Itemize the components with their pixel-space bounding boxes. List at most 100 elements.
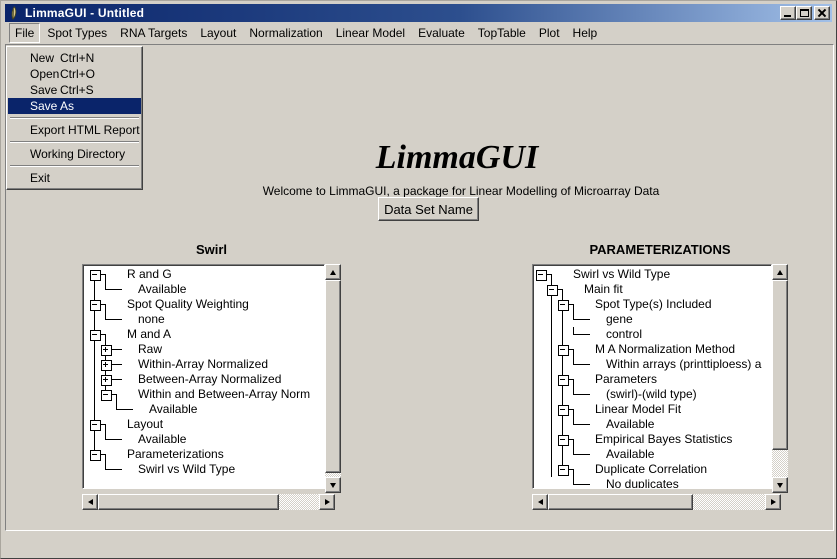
tree-node-label[interactable]: Spot Type(s) Included bbox=[595, 297, 712, 312]
menu-item-label: Save bbox=[30, 83, 57, 97]
tree-node-label[interactable]: Parameters bbox=[595, 372, 657, 387]
tree-node-label[interactable]: Available bbox=[138, 282, 186, 297]
menu-rna-targets[interactable]: RNA Targets bbox=[114, 23, 193, 43]
menu-item-save-as[interactable]: Save As bbox=[8, 98, 141, 114]
tree-node-label[interactable]: Available bbox=[606, 417, 654, 432]
scrollbar-thumb[interactable] bbox=[772, 280, 788, 450]
tree-node-label[interactable]: Layout bbox=[127, 417, 163, 432]
tree-connector bbox=[557, 477, 568, 489]
menu-toptable[interactable]: TopTable bbox=[472, 23, 532, 43]
menu-separator bbox=[10, 117, 139, 119]
scrollbar-thumb[interactable] bbox=[325, 280, 341, 473]
tree-node-label[interactable]: (swirl)-(wild type) bbox=[606, 387, 697, 402]
tree-node-label[interactable]: Main fit bbox=[584, 282, 623, 297]
tree-node-label[interactable]: No duplicates bbox=[606, 477, 679, 489]
menu-item-open[interactable]: OpenCtrl+O bbox=[8, 66, 141, 82]
tree-expander-plus-icon[interactable] bbox=[100, 357, 111, 372]
tree-expander-minus-icon[interactable] bbox=[557, 462, 568, 477]
menu-file[interactable]: File bbox=[9, 23, 40, 43]
tree-node-label[interactable]: Empirical Bayes Statistics bbox=[595, 432, 732, 447]
minimize-button[interactable] bbox=[780, 6, 796, 20]
tree-node-label[interactable]: Swirl vs Wild Type bbox=[138, 462, 235, 477]
tree-expander-plus-icon[interactable] bbox=[100, 372, 111, 387]
tree-node-label[interactable]: Swirl vs Wild Type bbox=[573, 267, 670, 282]
scroll-right-button[interactable] bbox=[319, 494, 335, 510]
tree-connector bbox=[546, 372, 557, 387]
scrollbar-track[interactable] bbox=[279, 494, 319, 510]
tree-node-label[interactable]: M A Normalization Method bbox=[595, 342, 735, 357]
tree-node-label[interactable]: Within arrays (printtiploess) a bbox=[606, 357, 761, 372]
scroll-up-button[interactable] bbox=[772, 264, 788, 280]
tree-node-label[interactable]: Within and Between-Array Norm bbox=[138, 387, 310, 402]
close-button[interactable] bbox=[814, 6, 830, 20]
scroll-right-button[interactable] bbox=[765, 494, 781, 510]
tree-node-label[interactable]: Raw bbox=[138, 342, 162, 357]
scroll-down-button[interactable] bbox=[772, 477, 788, 493]
tree-node-label[interactable]: Between-Array Normalized bbox=[138, 372, 281, 387]
menu-item-exit[interactable]: Exit bbox=[8, 170, 141, 186]
tree-expander-minus-icon[interactable] bbox=[89, 267, 100, 282]
tree-node-label[interactable]: M and A bbox=[127, 327, 171, 342]
tree-node-label[interactable]: Spot Quality Weighting bbox=[127, 297, 249, 312]
menu-layout[interactable]: Layout bbox=[194, 23, 242, 43]
tree-connector bbox=[568, 327, 579, 342]
scroll-left-button[interactable] bbox=[532, 494, 548, 510]
tree-connector bbox=[89, 342, 100, 357]
menu-evaluate[interactable]: Evaluate bbox=[412, 23, 471, 43]
scroll-down-button[interactable] bbox=[325, 477, 341, 493]
tree-node-label[interactable]: Available bbox=[149, 402, 197, 417]
tree-expander-plus-icon[interactable] bbox=[100, 342, 111, 357]
menu-spot-types[interactable]: Spot Types bbox=[41, 23, 113, 43]
tree-connector bbox=[579, 477, 590, 489]
scrollbar-track[interactable] bbox=[772, 450, 788, 477]
scrollbar-thumb[interactable] bbox=[548, 494, 693, 510]
tree-expander-minus-icon[interactable] bbox=[546, 282, 557, 297]
welcome-text: Welcome to LimmaGUI, a package for Linea… bbox=[71, 184, 837, 198]
menu-help[interactable]: Help bbox=[567, 23, 604, 43]
tree-row: none bbox=[89, 312, 324, 327]
tree-node-label[interactable]: control bbox=[606, 327, 642, 342]
tree-expander-minus-icon[interactable] bbox=[89, 447, 100, 462]
tree-node-label[interactable]: Available bbox=[138, 432, 186, 447]
menu-item-save[interactable]: SaveCtrl+S bbox=[8, 82, 141, 98]
menu-plot[interactable]: Plot bbox=[533, 23, 566, 43]
menu-item-working-directory[interactable]: Working Directory bbox=[8, 146, 141, 162]
maximize-button[interactable] bbox=[796, 6, 812, 20]
tree-row: (swirl)-(wild type) bbox=[535, 387, 771, 402]
tree-connector bbox=[546, 477, 557, 489]
scrollbar-track[interactable] bbox=[693, 494, 765, 510]
tree-connector bbox=[89, 312, 100, 327]
tree-node-label[interactable]: Duplicate Correlation bbox=[595, 462, 707, 477]
tree-expander-minus-icon[interactable] bbox=[89, 417, 100, 432]
status-tree: R and GAvailableSpot Quality Weightingno… bbox=[82, 264, 325, 489]
scroll-up-button[interactable] bbox=[325, 264, 341, 280]
tree-row: Available bbox=[535, 447, 771, 462]
tree-expander-minus-icon[interactable] bbox=[535, 267, 546, 282]
tree-expander-minus-icon[interactable] bbox=[557, 402, 568, 417]
tree-expander-minus-icon[interactable] bbox=[557, 372, 568, 387]
tree-node-label[interactable]: Linear Model Fit bbox=[595, 402, 681, 417]
close-icon bbox=[817, 8, 827, 18]
tree-expander-minus-icon[interactable] bbox=[557, 432, 568, 447]
tree-connector bbox=[111, 387, 122, 402]
menu-normalization[interactable]: Normalization bbox=[243, 23, 328, 43]
tree-expander-minus-icon[interactable] bbox=[100, 387, 111, 402]
tree-node-label[interactable]: none bbox=[138, 312, 165, 327]
tree-node-label[interactable]: Available bbox=[606, 447, 654, 462]
menu-item-export-html-report[interactable]: Export HTML Report bbox=[8, 122, 141, 138]
menu-item-label: Save As bbox=[30, 99, 74, 113]
tree-node-label[interactable]: Within-Array Normalized bbox=[138, 357, 268, 372]
tree-node-label[interactable]: gene bbox=[606, 312, 633, 327]
scrollbar-thumb[interactable] bbox=[98, 494, 279, 510]
tree-node-label[interactable]: Parameterizations bbox=[127, 447, 224, 462]
tree-expander-minus-icon[interactable] bbox=[557, 342, 568, 357]
tree-expander-minus-icon[interactable] bbox=[557, 297, 568, 312]
tree-connector bbox=[111, 462, 122, 477]
tree-expander-minus-icon[interactable] bbox=[89, 297, 100, 312]
menu-item-new[interactable]: NewCtrl+N bbox=[8, 50, 141, 66]
tree-node-label[interactable]: R and G bbox=[127, 267, 172, 282]
data-set-name-button[interactable]: Data Set Name bbox=[378, 197, 479, 221]
menu-linear-model[interactable]: Linear Model bbox=[330, 23, 411, 43]
scroll-left-button[interactable] bbox=[82, 494, 98, 510]
tree-expander-minus-icon[interactable] bbox=[89, 327, 100, 342]
